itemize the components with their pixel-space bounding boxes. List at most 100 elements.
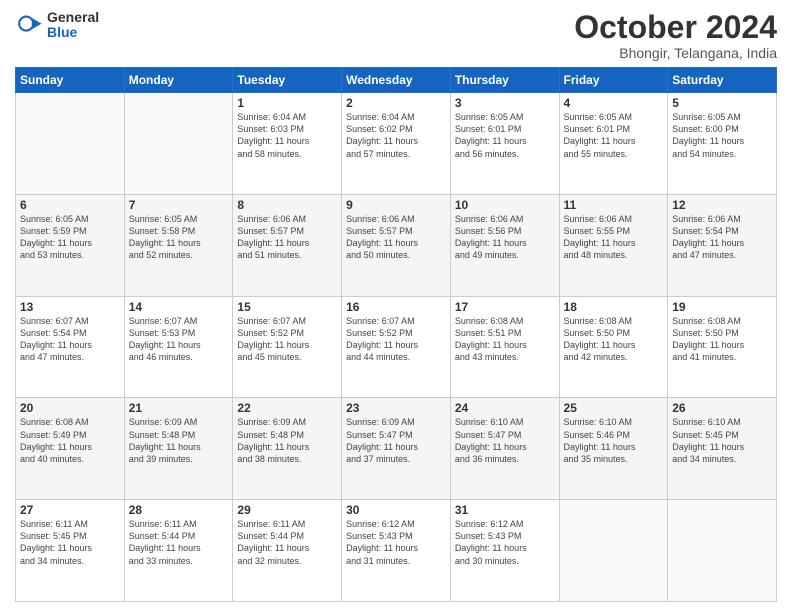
day-info: Sunrise: 6:11 AM Sunset: 5:44 PM Dayligh… (237, 518, 337, 567)
subtitle: Bhongir, Telangana, India (574, 45, 777, 61)
day-number: 17 (455, 300, 555, 314)
day-info: Sunrise: 6:06 AM Sunset: 5:57 PM Dayligh… (237, 213, 337, 262)
day-number: 11 (564, 198, 664, 212)
day-cell: 25Sunrise: 6:10 AM Sunset: 5:46 PM Dayli… (559, 398, 668, 500)
day-info: Sunrise: 6:04 AM Sunset: 6:03 PM Dayligh… (237, 111, 337, 160)
day-number: 30 (346, 503, 446, 517)
day-number: 24 (455, 401, 555, 415)
day-info: Sunrise: 6:12 AM Sunset: 5:43 PM Dayligh… (455, 518, 555, 567)
day-info: Sunrise: 6:10 AM Sunset: 5:47 PM Dayligh… (455, 416, 555, 465)
main-title: October 2024 (574, 10, 777, 45)
calendar-table: SundayMondayTuesdayWednesdayThursdayFrid… (15, 67, 777, 602)
day-number: 9 (346, 198, 446, 212)
day-cell (16, 93, 125, 195)
day-info: Sunrise: 6:07 AM Sunset: 5:52 PM Dayligh… (237, 315, 337, 364)
day-cell: 11Sunrise: 6:06 AM Sunset: 5:55 PM Dayli… (559, 194, 668, 296)
day-cell (124, 93, 233, 195)
day-info: Sunrise: 6:08 AM Sunset: 5:51 PM Dayligh… (455, 315, 555, 364)
day-cell: 21Sunrise: 6:09 AM Sunset: 5:48 PM Dayli… (124, 398, 233, 500)
day-info: Sunrise: 6:12 AM Sunset: 5:43 PM Dayligh… (346, 518, 446, 567)
day-cell: 10Sunrise: 6:06 AM Sunset: 5:56 PM Dayli… (450, 194, 559, 296)
day-cell: 27Sunrise: 6:11 AM Sunset: 5:45 PM Dayli… (16, 500, 125, 602)
day-info: Sunrise: 6:09 AM Sunset: 5:48 PM Dayligh… (129, 416, 229, 465)
day-cell: 4Sunrise: 6:05 AM Sunset: 6:01 PM Daylig… (559, 93, 668, 195)
day-cell: 1Sunrise: 6:04 AM Sunset: 6:03 PM Daylig… (233, 93, 342, 195)
day-info: Sunrise: 6:07 AM Sunset: 5:54 PM Dayligh… (20, 315, 120, 364)
day-number: 10 (455, 198, 555, 212)
day-info: Sunrise: 6:07 AM Sunset: 5:52 PM Dayligh… (346, 315, 446, 364)
day-cell (559, 500, 668, 602)
header-day-sunday: Sunday (16, 68, 125, 93)
day-info: Sunrise: 6:05 AM Sunset: 6:01 PM Dayligh… (564, 111, 664, 160)
day-number: 19 (672, 300, 772, 314)
week-row-5: 27Sunrise: 6:11 AM Sunset: 5:45 PM Dayli… (16, 500, 777, 602)
header-day-saturday: Saturday (668, 68, 777, 93)
day-cell: 22Sunrise: 6:09 AM Sunset: 5:48 PM Dayli… (233, 398, 342, 500)
day-number: 7 (129, 198, 229, 212)
day-cell: 20Sunrise: 6:08 AM Sunset: 5:49 PM Dayli… (16, 398, 125, 500)
day-number: 21 (129, 401, 229, 415)
page: General Blue October 2024 Bhongir, Telan… (0, 0, 792, 612)
logo: General Blue (15, 10, 99, 41)
day-cell: 16Sunrise: 6:07 AM Sunset: 5:52 PM Dayli… (342, 296, 451, 398)
day-info: Sunrise: 6:09 AM Sunset: 5:47 PM Dayligh… (346, 416, 446, 465)
day-number: 4 (564, 96, 664, 110)
day-number: 18 (564, 300, 664, 314)
day-info: Sunrise: 6:10 AM Sunset: 5:46 PM Dayligh… (564, 416, 664, 465)
day-cell: 24Sunrise: 6:10 AM Sunset: 5:47 PM Dayli… (450, 398, 559, 500)
day-cell: 8Sunrise: 6:06 AM Sunset: 5:57 PM Daylig… (233, 194, 342, 296)
day-cell: 6Sunrise: 6:05 AM Sunset: 5:59 PM Daylig… (16, 194, 125, 296)
day-cell: 30Sunrise: 6:12 AM Sunset: 5:43 PM Dayli… (342, 500, 451, 602)
day-number: 28 (129, 503, 229, 517)
day-number: 8 (237, 198, 337, 212)
logo-blue: Blue (47, 25, 99, 40)
day-info: Sunrise: 6:10 AM Sunset: 5:45 PM Dayligh… (672, 416, 772, 465)
day-number: 29 (237, 503, 337, 517)
logo-general: General (47, 10, 99, 25)
header-day-monday: Monday (124, 68, 233, 93)
day-cell: 15Sunrise: 6:07 AM Sunset: 5:52 PM Dayli… (233, 296, 342, 398)
day-cell: 31Sunrise: 6:12 AM Sunset: 5:43 PM Dayli… (450, 500, 559, 602)
day-number: 5 (672, 96, 772, 110)
day-info: Sunrise: 6:07 AM Sunset: 5:53 PM Dayligh… (129, 315, 229, 364)
logo-text: General Blue (47, 10, 99, 41)
day-info: Sunrise: 6:11 AM Sunset: 5:44 PM Dayligh… (129, 518, 229, 567)
day-info: Sunrise: 6:08 AM Sunset: 5:49 PM Dayligh… (20, 416, 120, 465)
day-info: Sunrise: 6:05 AM Sunset: 6:00 PM Dayligh… (672, 111, 772, 160)
day-cell: 7Sunrise: 6:05 AM Sunset: 5:58 PM Daylig… (124, 194, 233, 296)
day-number: 16 (346, 300, 446, 314)
day-number: 13 (20, 300, 120, 314)
day-number: 12 (672, 198, 772, 212)
day-info: Sunrise: 6:05 AM Sunset: 6:01 PM Dayligh… (455, 111, 555, 160)
day-number: 6 (20, 198, 120, 212)
week-row-2: 6Sunrise: 6:05 AM Sunset: 5:59 PM Daylig… (16, 194, 777, 296)
day-info: Sunrise: 6:06 AM Sunset: 5:54 PM Dayligh… (672, 213, 772, 262)
day-number: 20 (20, 401, 120, 415)
logo-icon (15, 11, 43, 39)
day-cell: 28Sunrise: 6:11 AM Sunset: 5:44 PM Dayli… (124, 500, 233, 602)
day-cell (668, 500, 777, 602)
day-info: Sunrise: 6:06 AM Sunset: 5:56 PM Dayligh… (455, 213, 555, 262)
day-info: Sunrise: 6:05 AM Sunset: 5:58 PM Dayligh… (129, 213, 229, 262)
day-cell: 26Sunrise: 6:10 AM Sunset: 5:45 PM Dayli… (668, 398, 777, 500)
day-cell: 12Sunrise: 6:06 AM Sunset: 5:54 PM Dayli… (668, 194, 777, 296)
day-number: 15 (237, 300, 337, 314)
day-cell: 13Sunrise: 6:07 AM Sunset: 5:54 PM Dayli… (16, 296, 125, 398)
day-info: Sunrise: 6:08 AM Sunset: 5:50 PM Dayligh… (564, 315, 664, 364)
header-day-friday: Friday (559, 68, 668, 93)
day-number: 1 (237, 96, 337, 110)
week-row-4: 20Sunrise: 6:08 AM Sunset: 5:49 PM Dayli… (16, 398, 777, 500)
day-info: Sunrise: 6:06 AM Sunset: 5:55 PM Dayligh… (564, 213, 664, 262)
day-number: 25 (564, 401, 664, 415)
day-info: Sunrise: 6:05 AM Sunset: 5:59 PM Dayligh… (20, 213, 120, 262)
day-number: 14 (129, 300, 229, 314)
day-cell: 29Sunrise: 6:11 AM Sunset: 5:44 PM Dayli… (233, 500, 342, 602)
day-number: 23 (346, 401, 446, 415)
header: General Blue October 2024 Bhongir, Telan… (15, 10, 777, 61)
day-cell: 5Sunrise: 6:05 AM Sunset: 6:00 PM Daylig… (668, 93, 777, 195)
day-cell: 9Sunrise: 6:06 AM Sunset: 5:57 PM Daylig… (342, 194, 451, 296)
day-cell: 23Sunrise: 6:09 AM Sunset: 5:47 PM Dayli… (342, 398, 451, 500)
day-number: 31 (455, 503, 555, 517)
day-number: 2 (346, 96, 446, 110)
day-number: 26 (672, 401, 772, 415)
